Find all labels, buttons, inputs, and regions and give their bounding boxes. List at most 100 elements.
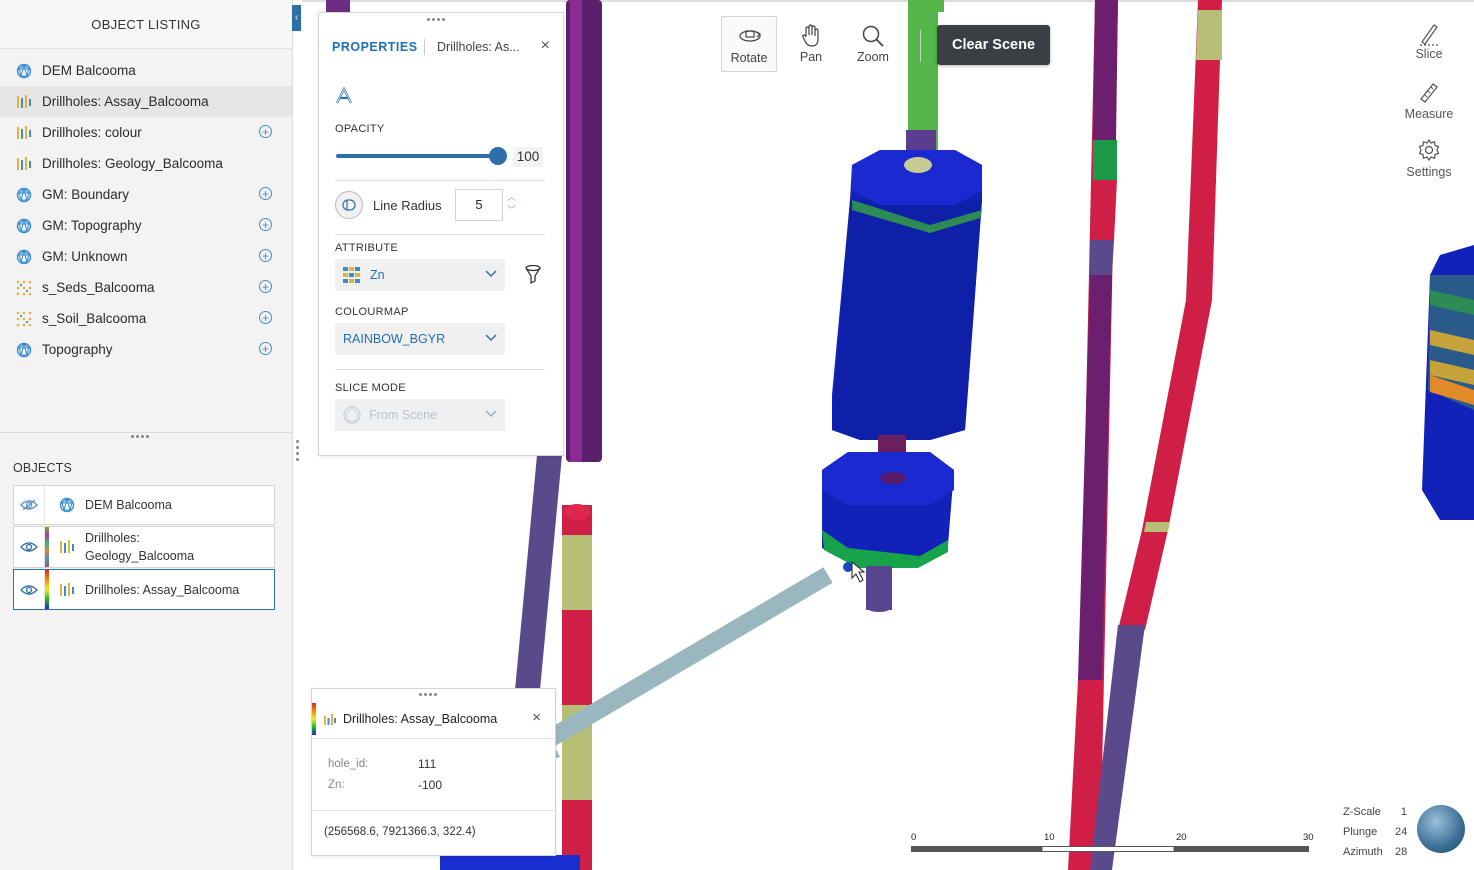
opacity-slider-track[interactable] xyxy=(336,154,500,158)
tab-properties[interactable]: PROPERTIES xyxy=(332,40,418,54)
slice-icon xyxy=(1398,22,1460,49)
drag-handle-icon[interactable] xyxy=(419,693,437,696)
add-to-scene-icon[interactable]: + xyxy=(259,218,272,231)
zscale-value: 1 xyxy=(1400,806,1407,818)
clear-scene-button[interactable]: Clear Scene xyxy=(937,25,1050,65)
drillhole-icon xyxy=(15,93,33,111)
text-style-icon[interactable] xyxy=(335,86,353,110)
tab-object[interactable]: Drillholes: As... xyxy=(437,40,520,54)
slice-mode-select[interactable]: From Scene xyxy=(335,399,505,431)
plunge-value: 24 xyxy=(1395,826,1408,838)
eye-icon[interactable] xyxy=(14,570,45,609)
slice-button[interactable]: Slice xyxy=(1398,22,1460,61)
opacity-slider-thumb[interactable] xyxy=(489,147,507,165)
hand-icon xyxy=(801,24,821,51)
settings-button[interactable]: Settings xyxy=(1398,138,1460,179)
line-radius-input[interactable]: 5 xyxy=(455,189,503,221)
add-to-scene-icon[interactable]: + xyxy=(259,125,272,138)
object-card-label-line2: Geology_Balcooma xyxy=(85,549,195,563)
chevron-down-icon[interactable]: ﹀ xyxy=(507,204,516,217)
azimuth-value: 28 xyxy=(1395,846,1408,858)
vertical-splitter-grip-icon[interactable] xyxy=(296,440,299,461)
zoom-label: Zoom xyxy=(857,50,889,64)
listing-item-label: s_Seds_Balcooma xyxy=(42,280,155,295)
listing-item[interactable]: GM: Unknown + xyxy=(0,241,292,272)
splitter-grip-icon[interactable] xyxy=(131,435,149,438)
object-card-label: Drillholes: Assay_Balcooma xyxy=(85,582,240,597)
surface-icon xyxy=(15,186,33,204)
divider xyxy=(312,810,555,811)
object-card-label: DEM Balcooma xyxy=(85,498,172,512)
line-radius-stepper[interactable]: ︿ ﹀ xyxy=(507,191,516,217)
add-to-scene-icon[interactable]: + xyxy=(259,342,272,355)
listing-item[interactable]: s_Soil_Balcooma + xyxy=(0,303,292,334)
listing-item[interactable]: GM: Topography + xyxy=(0,210,292,241)
divider xyxy=(312,738,555,739)
panel-splitter[interactable] xyxy=(0,432,292,441)
listing-item[interactable]: Drillholes: colour + xyxy=(0,117,292,148)
listing-item[interactable]: Drillholes: Assay_Balcooma xyxy=(0,86,292,117)
object-card-assay[interactable]: Drillholes: Assay_Balcooma xyxy=(13,569,275,610)
plunge-label: Plunge xyxy=(1343,826,1378,838)
close-icon[interactable]: × xyxy=(532,709,541,726)
slice-label: Slice xyxy=(1415,47,1443,61)
colour-stripe xyxy=(45,486,49,524)
add-to-scene-icon[interactable]: + xyxy=(259,187,272,200)
surface-icon xyxy=(15,341,33,359)
chevron-up-icon[interactable]: ︿ xyxy=(507,191,516,204)
scale-bar: 0 10 20 30 xyxy=(910,831,1314,855)
opacity-label: OPACITY xyxy=(335,123,385,135)
listing-item[interactable]: s_Seds_Balcooma + xyxy=(0,272,292,303)
colourmap-select[interactable]: RAINBOW_BGYR xyxy=(335,323,505,355)
view-cube-globe[interactable] xyxy=(1417,805,1465,853)
hole-id-key: hole_id: xyxy=(328,758,369,770)
surface-icon xyxy=(59,497,75,513)
collapse-panel-button[interactable]: ‹ xyxy=(292,5,301,31)
scale-line xyxy=(911,846,1309,852)
opacity-value[interactable]: 100 xyxy=(513,147,543,167)
chevron-down-icon xyxy=(485,331,497,346)
object-card-label-line1: Drillholes: xyxy=(85,531,140,545)
object-card-geology[interactable]: Drillholes: Geology_Balcooma xyxy=(13,526,275,568)
ruler-icon xyxy=(1398,82,1460,107)
add-to-scene-icon[interactable]: + xyxy=(259,280,272,293)
attribute-label: ATTRIBUTE xyxy=(335,242,398,254)
pan-button[interactable]: Pan xyxy=(783,16,839,72)
points-icon xyxy=(15,279,33,297)
close-icon[interactable]: × xyxy=(541,37,550,55)
object-card-label: Drillholes: Geology_Balcooma xyxy=(85,529,194,565)
hole-id-value: 111 xyxy=(418,757,437,771)
drag-handle-icon[interactable] xyxy=(427,18,445,21)
listing-item-label: Drillholes: Assay_Balcooma xyxy=(42,94,209,109)
chevron-down-icon xyxy=(485,267,497,282)
listing-item[interactable]: DEM Balcooma xyxy=(0,55,292,86)
zscale-label: Z-Scale xyxy=(1343,806,1381,818)
eye-hidden-icon[interactable] xyxy=(14,486,45,524)
listing-item-label: GM: Unknown xyxy=(42,249,128,264)
drillhole-icon xyxy=(15,155,33,173)
zn-key: Zn: xyxy=(328,779,345,791)
measure-button[interactable]: Measure xyxy=(1398,82,1460,121)
filter-icon[interactable] xyxy=(525,264,541,290)
line-radius-label: Line Radius xyxy=(373,198,442,213)
object-card-dem[interactable]: DEM Balcooma xyxy=(13,485,275,525)
listing-item[interactable]: GM: Boundary + xyxy=(0,179,292,210)
rotate-icon xyxy=(738,27,762,48)
colour-stripe xyxy=(312,703,316,735)
toolbar-separator xyxy=(920,30,921,62)
add-to-scene-icon[interactable]: + xyxy=(259,311,272,324)
zoom-button[interactable]: Zoom xyxy=(845,16,901,72)
eye-icon[interactable] xyxy=(14,527,45,567)
listing-item[interactable]: Topography + xyxy=(0,334,292,365)
rotate-button[interactable]: Rotate xyxy=(721,16,777,72)
objects-title: OBJECTS xyxy=(13,461,73,475)
add-to-scene-icon[interactable]: + xyxy=(259,249,272,262)
listing-item-label: s_Soil_Balcooma xyxy=(42,311,147,326)
line-radius-icon xyxy=(335,191,363,219)
listing-item[interactable]: Drillholes: Geology_Balcooma xyxy=(0,148,292,179)
info-title: Drillholes: Assay_Balcooma xyxy=(343,712,498,726)
attribute-select[interactable]: Zn xyxy=(335,259,505,291)
slice-mode-label: SLICE MODE xyxy=(335,382,406,394)
scale-tick-label: 0 xyxy=(911,832,917,843)
slice-mode-icon xyxy=(343,406,361,424)
